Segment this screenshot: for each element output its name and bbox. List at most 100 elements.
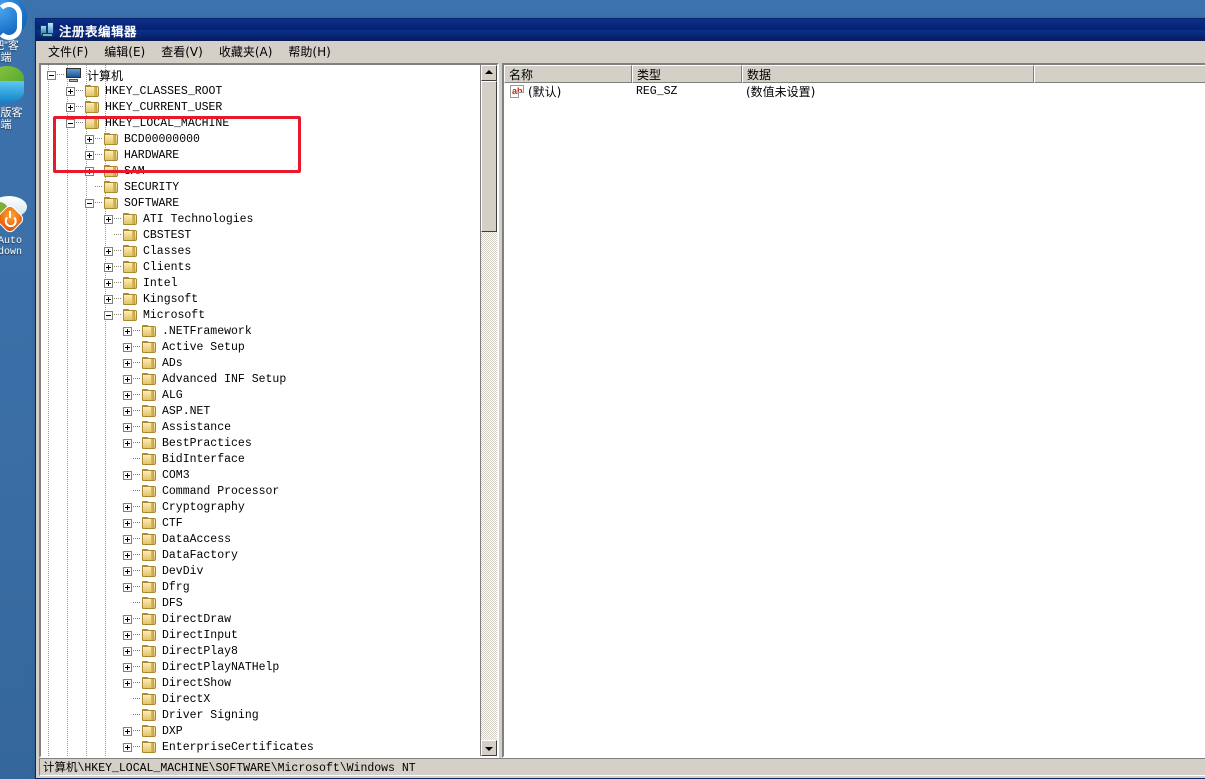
tree-item-security[interactable]: SECURITY (44, 179, 480, 195)
tree-item-bcd00000000[interactable]: BCD00000000 (44, 131, 480, 147)
expand-icon[interactable] (123, 614, 132, 624)
expand-icon[interactable] (123, 374, 132, 384)
tree-item-microsoft[interactable]: Microsoft (44, 307, 480, 323)
tree-item-hkey-local-machine[interactable]: HKEY_LOCAL_MACHINE (44, 115, 480, 131)
expand-icon[interactable] (123, 358, 132, 368)
menu-item-view[interactable]: 查看(V) (153, 41, 211, 62)
expand-icon[interactable] (85, 166, 94, 176)
expand-icon[interactable] (123, 422, 132, 432)
tree-item-netframework[interactable]: .NETFramework (44, 323, 480, 339)
scroll-thumb[interactable] (481, 81, 497, 232)
expand-icon[interactable] (123, 502, 132, 512)
tree-item-driver-signing[interactable]: Driver Signing (44, 707, 480, 723)
tree-item-active-setup[interactable]: Active Setup (44, 339, 480, 355)
expand-icon[interactable] (123, 326, 132, 336)
menu-item-edit[interactable]: 编辑(E) (96, 41, 153, 62)
expand-icon[interactable] (123, 582, 132, 592)
tree-item-kingsoft[interactable]: Kingsoft (44, 291, 480, 307)
menu-item-favorites[interactable]: 收藏夹(A) (211, 41, 281, 62)
tree-item-directplay8[interactable]: DirectPlay8 (44, 643, 480, 659)
expand-icon[interactable] (104, 262, 113, 272)
tree-item-directplaynathelp[interactable]: DirectPlayNATHelp (44, 659, 480, 675)
tree-item-command-processor[interactable]: Command Processor (44, 483, 480, 499)
column-header-filler[interactable] (1034, 65, 1205, 83)
tree-item-bidinterface[interactable]: BidInterface (44, 451, 480, 467)
column-header-type[interactable]: 类型 (632, 65, 742, 83)
tree-item-cryptography[interactable]: Cryptography (44, 499, 480, 515)
expand-icon[interactable] (104, 214, 113, 224)
expand-icon[interactable] (123, 470, 132, 480)
tree-item-alg[interactable]: ALG (44, 387, 480, 403)
expand-icon[interactable] (123, 566, 132, 576)
expand-icon[interactable] (123, 630, 132, 640)
tree-item-sam[interactable]: SAM (44, 163, 480, 179)
tree-item-dataaccess[interactable]: DataAccess (44, 531, 480, 547)
tree-item-dfrg[interactable]: Dfrg (44, 579, 480, 595)
expand-icon[interactable] (85, 150, 94, 160)
tree-item-advanced-inf-setup[interactable]: Advanced INF Setup (44, 371, 480, 387)
tree-item-devdiv[interactable]: DevDiv (44, 563, 480, 579)
tree-item-ati-technologies[interactable]: ATI Technologies (44, 211, 480, 227)
collapse-icon[interactable] (47, 70, 56, 80)
table-row[interactable]: (默认) REG_SZ (数值未设置) (504, 83, 1205, 100)
scroll-down-button[interactable] (481, 740, 497, 756)
tree-item-dfs[interactable]: DFS (44, 595, 480, 611)
collapse-icon[interactable] (66, 118, 75, 128)
tree-item-asp-net[interactable]: ASP.NET (44, 403, 480, 419)
column-header-data[interactable]: 数据 (742, 65, 1034, 83)
column-header-name[interactable]: 名称 (504, 65, 632, 83)
desktop-icon-auto-shutdown[interactable]: Auto down (0, 196, 32, 258)
scroll-up-button[interactable] (481, 65, 497, 81)
expand-icon[interactable] (123, 550, 132, 560)
tree-item-directshow[interactable]: DirectShow (44, 675, 480, 691)
expand-icon[interactable] (66, 86, 75, 96)
tree-item-clients[interactable]: Clients (44, 259, 480, 275)
expand-icon[interactable] (123, 726, 132, 736)
tree-item-label: Classes (143, 244, 192, 258)
tree-item-ads[interactable]: ADs (44, 355, 480, 371)
registry-tree[interactable]: 计算机 HKEY_CLASSES_ROOT HKEY_CURRENT_USER HKE… (41, 65, 480, 756)
tree-item-enterprisecertificates[interactable]: EnterpriseCertificates (44, 739, 480, 755)
tree-item-datafactory[interactable]: DataFactory (44, 547, 480, 563)
expand-icon[interactable] (123, 438, 132, 448)
expand-icon[interactable] (104, 278, 113, 288)
expand-icon[interactable] (123, 390, 132, 400)
expand-icon[interactable] (123, 742, 132, 752)
tree-item-classes[interactable]: Classes (44, 243, 480, 259)
tree-item-directdraw[interactable]: DirectDraw (44, 611, 480, 627)
expand-icon[interactable] (123, 534, 132, 544)
expand-icon[interactable] (66, 102, 75, 112)
expand-icon[interactable] (123, 342, 132, 352)
expand-icon[interactable] (85, 134, 94, 144)
expand-icon[interactable] (123, 406, 132, 416)
expand-icon[interactable] (104, 294, 113, 304)
expand-icon[interactable] (123, 662, 132, 672)
tree-item-hardware[interactable]: HARDWARE (44, 147, 480, 163)
desktop-icon-chat-client[interactable]: 吧”客 端 (0, 0, 28, 64)
tree-item-intel[interactable]: Intel (44, 275, 480, 291)
menu-item-file[interactable]: 文件(F) (40, 41, 96, 62)
scroll-track[interactable] (481, 81, 497, 740)
tree-item-com3[interactable]: COM3 (44, 467, 480, 483)
collapse-icon[interactable] (104, 310, 113, 320)
expand-icon[interactable] (104, 246, 113, 256)
tree-item-hkey-current-user[interactable]: HKEY_CURRENT_USER (44, 99, 480, 115)
tree-item-dxp[interactable]: DXP (44, 723, 480, 739)
expand-icon[interactable] (123, 518, 132, 528)
expand-icon[interactable] (123, 646, 132, 656)
tree-item-assistance[interactable]: Assistance (44, 419, 480, 435)
tree-item-software[interactable]: SOFTWARE (44, 195, 480, 211)
expand-icon[interactable] (123, 678, 132, 688)
title-bar[interactable]: 注册表编辑器 (36, 19, 1205, 41)
tree-item-[interactable]: 计算机 (44, 67, 480, 83)
collapse-icon[interactable] (85, 198, 94, 208)
tree-item-ctf[interactable]: CTF (44, 515, 480, 531)
desktop-icon-premium-client[interactable]: 级版客 端 (0, 66, 28, 131)
tree-item-bestpractices[interactable]: BestPractices (44, 435, 480, 451)
tree-vertical-scrollbar[interactable] (480, 65, 497, 756)
tree-item-directx[interactable]: DirectX (44, 691, 480, 707)
menu-item-help[interactable]: 帮助(H) (280, 41, 338, 62)
tree-item-directinput[interactable]: DirectInput (44, 627, 480, 643)
tree-item-cbstest[interactable]: CBSTEST (44, 227, 480, 243)
tree-item-hkey-classes-root[interactable]: HKEY_CLASSES_ROOT (44, 83, 480, 99)
